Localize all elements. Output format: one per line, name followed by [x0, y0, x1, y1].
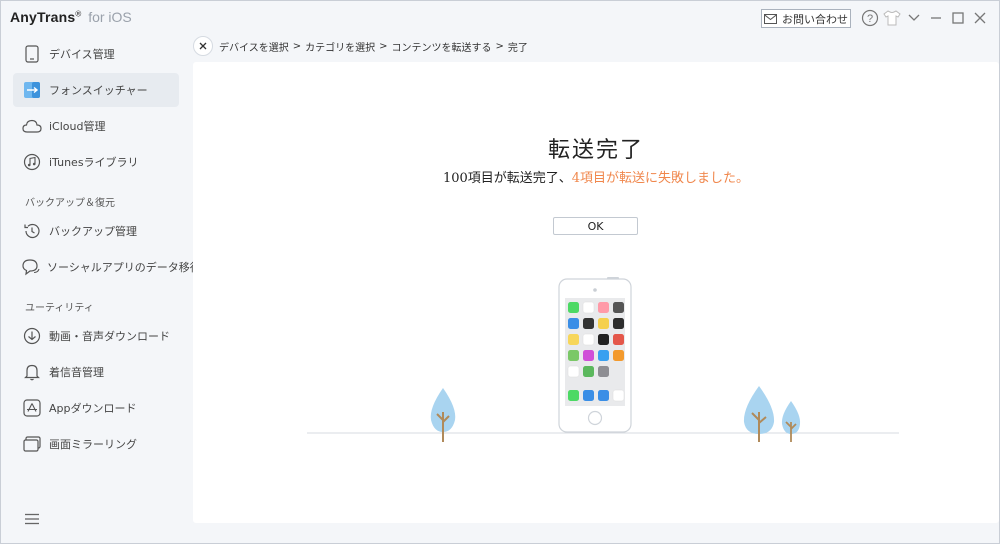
contact-button[interactable]: お問い合わせ: [761, 9, 851, 28]
sidebar-item-phone-switcher[interactable]: フォンスイッチャー: [13, 73, 179, 107]
breadcrumb-step-select-device: デバイスを選択: [219, 42, 289, 54]
sidebar-item-label: Appダウンロード: [49, 402, 137, 415]
sidebar-item-label: ソーシャルアプリのデータ移行: [47, 261, 201, 274]
sidebar-item-label: 着信音管理: [49, 366, 104, 379]
app-suffix: for iOS: [88, 9, 132, 25]
mail-icon: [764, 13, 777, 24]
sidebar-item-media-download[interactable]: 動画・音声ダウンロード: [13, 319, 179, 353]
close-icon: [199, 42, 207, 50]
main-panel: 転送完了 100項目が転送完了、4項目が転送に失敗しました。 OK: [193, 62, 999, 523]
sidebar-item-icloud[interactable]: iCloud管理: [13, 109, 179, 143]
svg-text:?: ?: [867, 13, 873, 25]
sidebar-item-device-manager[interactable]: デバイス管理: [13, 37, 179, 71]
breadcrumb-separator: >: [292, 40, 302, 52]
phone-switcher-icon: [21, 79, 43, 101]
contact-label: お問い合わせ: [782, 12, 848, 26]
history-icon: [21, 220, 43, 242]
menu-icon[interactable]: [25, 510, 39, 525]
sidebar-item-label: デバイス管理: [49, 48, 115, 61]
chevron-down-icon[interactable]: [903, 8, 925, 28]
music-note-icon: [21, 151, 43, 173]
sidebar-item-label: 動画・音声ダウンロード: [49, 330, 170, 343]
tree-right-small-icon: [781, 401, 801, 442]
app-brand: AnyTrans: [10, 9, 76, 25]
close-window-icon[interactable]: [969, 8, 991, 28]
sidebar-item-label: iCloud管理: [49, 120, 106, 133]
tree-left-icon: [430, 388, 456, 442]
app-window: AnyTrans® for iOS お問い合わせ ? デバイス管理 フォンスイッ…: [0, 0, 1000, 544]
failed-count-text: 4項目が転送に失敗しました。: [571, 171, 750, 186]
skin-shirt-icon[interactable]: [881, 8, 903, 28]
help-icon[interactable]: ?: [859, 8, 881, 28]
sidebar-item-social-app-transfer[interactable]: ソーシャルアプリのデータ移行: [13, 250, 201, 284]
bell-icon: [21, 361, 43, 383]
maximize-icon[interactable]: [947, 8, 969, 28]
registered-mark: ®: [75, 9, 82, 19]
sidebar-item-itunes[interactable]: iTunesライブラリ: [13, 145, 179, 179]
completion-illustration: [307, 277, 899, 442]
sidebar: デバイス管理 フォンスイッチャー iCloud管理 iTunesライブラリ バッ…: [1, 35, 201, 543]
download-icon: [21, 325, 43, 347]
sidebar-item-label: 画面ミラーリング: [49, 438, 137, 451]
page-title: 転送完了: [547, 138, 644, 163]
sidebar-item-ringtone[interactable]: 着信音管理: [13, 355, 179, 389]
sidebar-item-screen-mirroring[interactable]: 画面ミラーリング: [13, 427, 179, 461]
sidebar-item-backup-manager[interactable]: バックアップ管理: [13, 214, 179, 248]
minimize-icon[interactable]: [925, 8, 947, 28]
section-label-backup: バックアップ＆復元: [25, 198, 115, 209]
result-message: 100項目が転送完了、4項目が転送に失敗しました。: [193, 167, 999, 186]
breadcrumb-separator: >: [495, 40, 504, 52]
tree-right-large-icon: [743, 386, 775, 442]
app-store-icon: [21, 397, 43, 419]
phone-icon: [21, 43, 43, 65]
ipod-device-icon: [558, 277, 632, 433]
breadcrumb-step-transfer: コンテンツを転送する: [391, 42, 492, 54]
breadcrumb-step-complete: 完了: [507, 42, 528, 54]
section-label-utility: ユーティリティ: [25, 303, 94, 314]
success-count-text: 100項目が転送完了、: [442, 171, 572, 186]
sidebar-item-app-download[interactable]: Appダウンロード: [13, 391, 179, 425]
breadcrumb-step-select-category: カテゴリを選択: [305, 42, 376, 54]
app-title: AnyTrans® for iOS: [10, 9, 132, 25]
sidebar-item-label: iTunesライブラリ: [49, 156, 139, 169]
sidebar-item-label: バックアップ管理: [49, 225, 137, 238]
close-transfer-button[interactable]: [193, 36, 213, 56]
sidebar-item-label: フォンスイッチャー: [49, 84, 148, 97]
window-controls: ?: [859, 8, 991, 28]
title-bar: AnyTrans® for iOS お問い合わせ ?: [1, 1, 999, 35]
ok-button[interactable]: OK: [553, 217, 638, 235]
chat-bubbles-icon: [21, 256, 41, 278]
breadcrumb-separator: >: [379, 40, 388, 52]
mirror-screen-icon: [21, 433, 43, 455]
cloud-icon: [21, 115, 43, 137]
breadcrumb: デバイスを選択 > カテゴリを選択 > コンテンツを転送する > 完了: [193, 36, 528, 56]
